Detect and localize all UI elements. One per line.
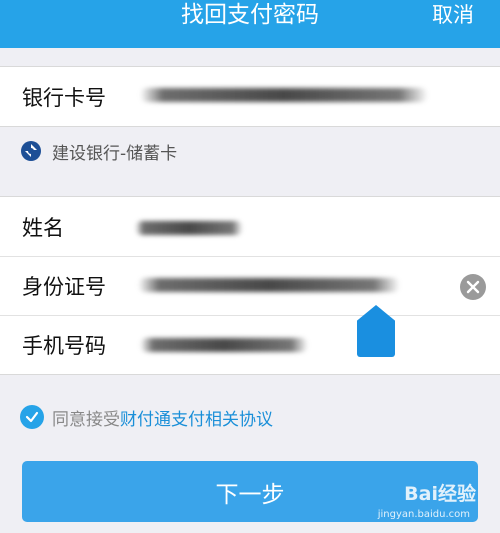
- id-number-label: 身份证号: [22, 275, 106, 299]
- agreement-row: 同意接受 财付通支付相关协议: [20, 404, 273, 430]
- card-number-masked-value: [140, 88, 428, 102]
- phone-row[interactable]: 手机号码: [0, 315, 500, 374]
- watermark-url: jingyan.baidu.com: [377, 509, 470, 520]
- card-group: 银行卡号: [0, 66, 500, 127]
- agreement-link[interactable]: 财付通支付相关协议: [120, 405, 273, 430]
- ccb-bank-icon: [21, 141, 41, 161]
- identity-group: 姓名 身份证号 手机号码: [0, 196, 500, 375]
- name-label: 姓名: [22, 215, 64, 240]
- watermark-brand: Bai经验: [404, 483, 476, 505]
- page-title: 找回支付密码: [181, 2, 319, 28]
- clear-input-button[interactable]: [460, 274, 486, 300]
- header-bar: 找回支付密码 取消: [0, 0, 500, 48]
- card-number-row[interactable]: 银行卡号: [0, 67, 500, 126]
- name-row[interactable]: 姓名: [0, 197, 500, 256]
- card-number-label: 银行卡号: [22, 85, 106, 110]
- bank-name: 建设银行-储蓄卡: [52, 143, 178, 164]
- bank-info: 建设银行-储蓄卡: [0, 126, 500, 176]
- close-icon: [466, 280, 480, 294]
- cancel-button[interactable]: 取消: [432, 0, 474, 30]
- phone-label: 手机号码: [22, 334, 106, 358]
- phone-masked-value: [140, 338, 308, 352]
- checkmark-icon: [25, 411, 39, 423]
- agree-checkbox[interactable]: [20, 405, 44, 429]
- id-number-row[interactable]: 身份证号: [0, 256, 500, 315]
- name-masked-value: [135, 221, 243, 235]
- id-number-masked-value: [138, 278, 400, 292]
- agreement-prefix: 同意接受: [52, 409, 120, 430]
- baidu-jingyan-watermark: Bai经验: [404, 479, 476, 506]
